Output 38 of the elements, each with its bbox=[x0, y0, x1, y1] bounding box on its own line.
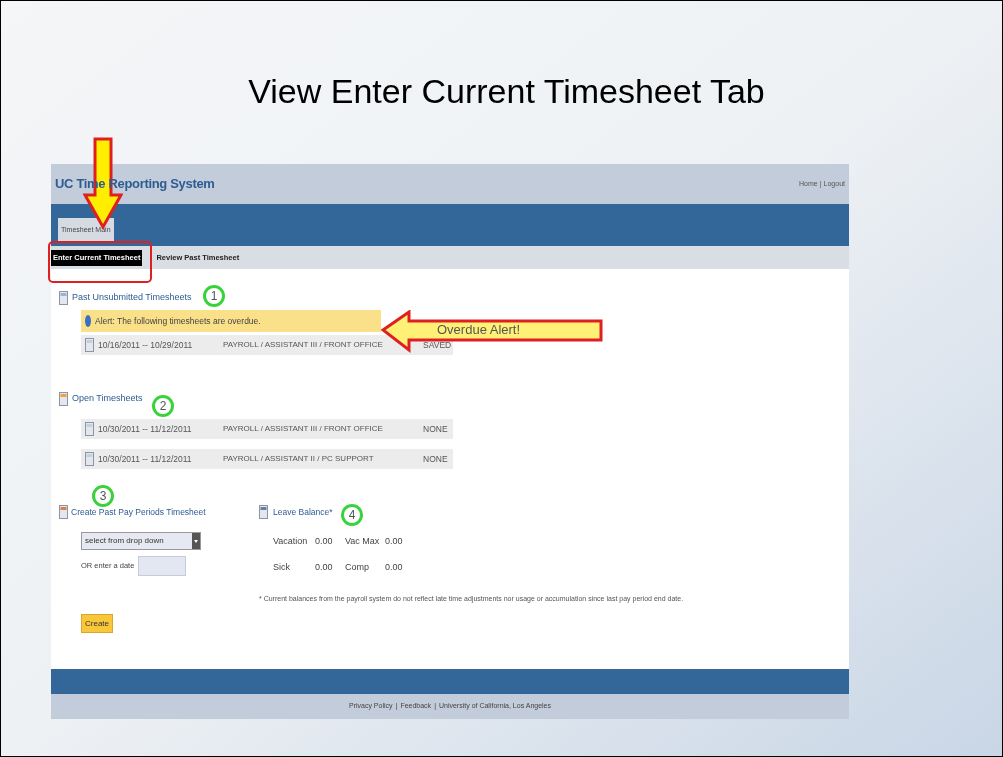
status-text: SAVED bbox=[423, 338, 452, 352]
document-icon bbox=[59, 505, 68, 519]
job-text: PAYROLL / ASSISTANT III / FRONT OFFICE bbox=[223, 339, 384, 351]
section-heading[interactable]: Open Timesheets bbox=[72, 392, 143, 406]
status-text: NONE bbox=[423, 452, 448, 466]
job-text: PAYROLL / ASSISTANT II / PC SUPPORT bbox=[223, 453, 375, 465]
document-icon bbox=[59, 392, 68, 406]
balance-label: Vac Max bbox=[345, 535, 381, 548]
caret-icon bbox=[192, 533, 200, 549]
balance-label: Sick bbox=[273, 560, 291, 574]
alert-text: Alert: The following timesheets are overdue. bbox=[95, 314, 261, 328]
balance-value: 0.00 bbox=[315, 560, 334, 574]
document-icon bbox=[85, 452, 94, 466]
timesheet-row[interactable]: 10/16/2011 -- 10/29/2011 PAYROLL / ASSISTANT III / FRONT OFFICE SAVED bbox=[81, 335, 453, 355]
dropdown[interactable]: select from drop down bbox=[81, 532, 201, 550]
balance-label: Vacation bbox=[273, 535, 309, 548]
period-text: 10/30/2011 -- 11/12/2011 bbox=[98, 452, 193, 466]
document-icon bbox=[85, 422, 94, 436]
timesheet-row[interactable]: 10/30/2011 -- 11/12/2011 PAYROLL / ASSISTANT II / PC SUPPORT NONE bbox=[81, 449, 453, 469]
document-icon bbox=[259, 505, 268, 519]
create-button[interactable]: Create bbox=[81, 614, 113, 633]
document-icon bbox=[59, 291, 68, 305]
timesheet-row[interactable]: 10/30/2011 -- 11/12/2011 PAYROLL / ASSISTANT III / FRONT OFFICE NONE bbox=[81, 419, 453, 439]
period-text: 10/16/2011 -- 10/29/2011 bbox=[98, 338, 194, 352]
section-heading[interactable]: Create Past Pay Periods Timesheet bbox=[71, 505, 206, 519]
section-heading[interactable]: Leave Balance* bbox=[273, 505, 333, 519]
balance-label: Comp bbox=[345, 560, 370, 574]
section-heading[interactable]: Past Unsubmitted Timesheets bbox=[72, 291, 192, 305]
document-icon bbox=[85, 338, 94, 352]
job-text: PAYROLL / ASSISTANT III / FRONT OFFICE bbox=[223, 423, 384, 435]
info-icon bbox=[85, 315, 91, 327]
date-field[interactable] bbox=[138, 556, 187, 576]
status-text: NONE bbox=[423, 422, 448, 436]
balance-value: 0.00 bbox=[385, 560, 404, 574]
period-text: 10/30/2011 -- 11/12/2011 bbox=[98, 422, 193, 436]
balance-value: 0.00 bbox=[315, 535, 334, 548]
balance-value: 0.00 bbox=[385, 535, 404, 548]
slide-title: View Enter Current Timesheet Tab bbox=[248, 71, 765, 112]
